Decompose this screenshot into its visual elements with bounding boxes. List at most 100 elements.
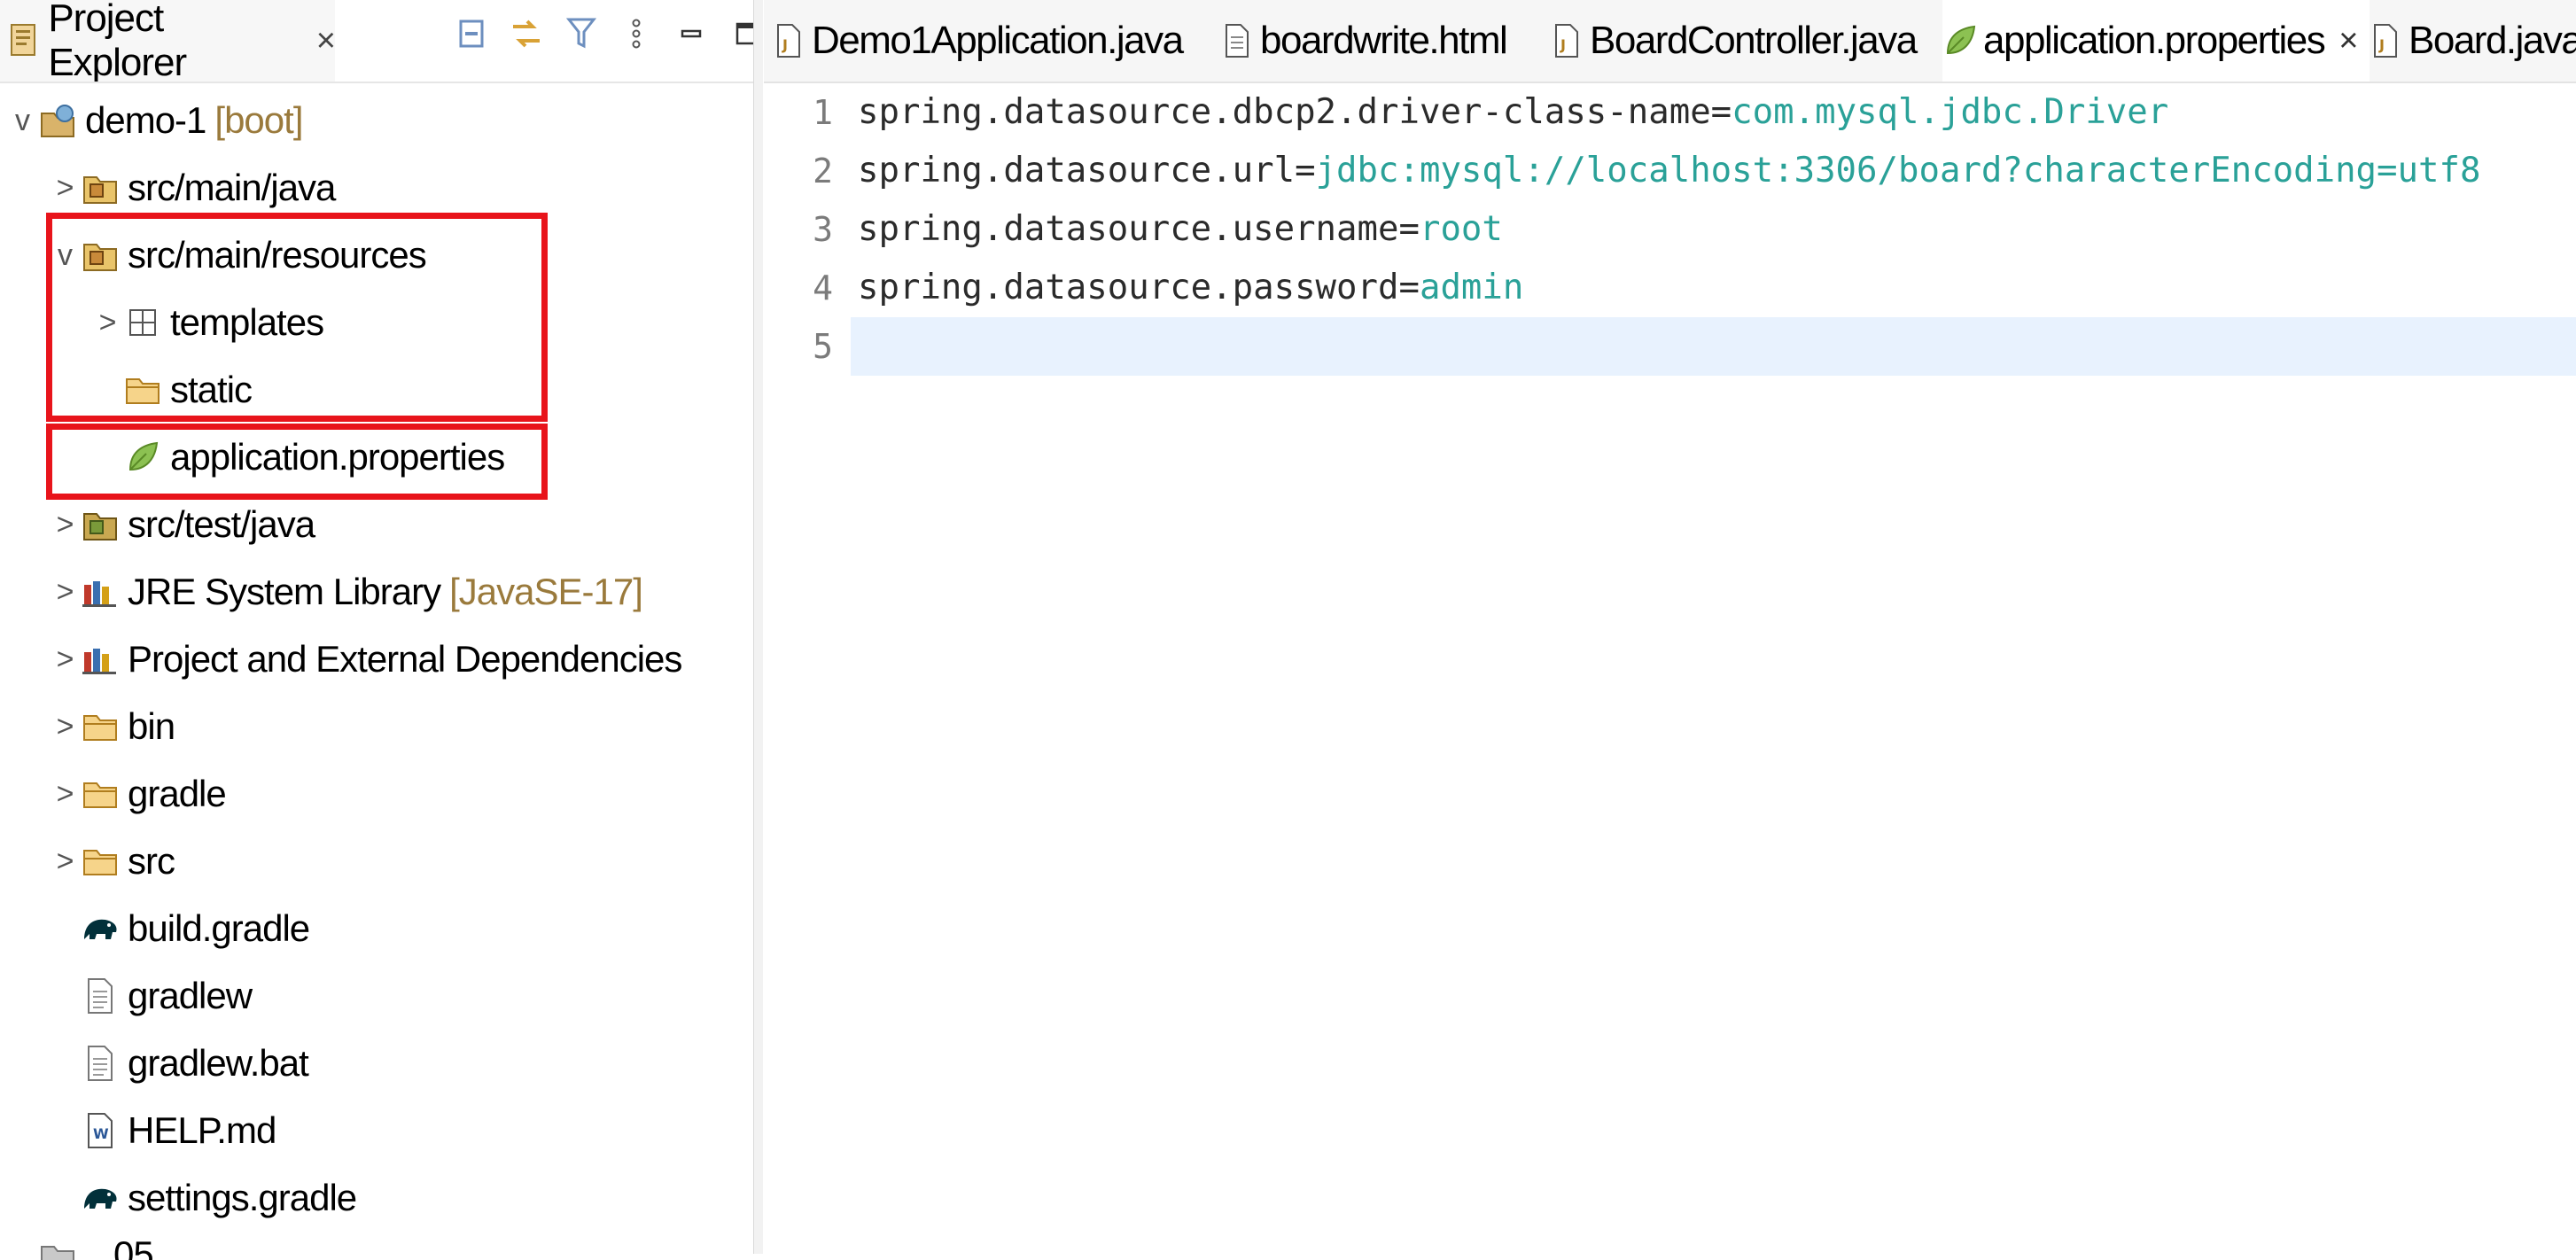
java-file-icon: J	[771, 21, 806, 60]
tree-item-project-external-dependencies[interactable]: > Project and External Dependencies	[50, 627, 683, 691]
tree-item-src-test-java[interactable]: > src/test/java	[50, 493, 316, 556]
line-number: 5	[813, 327, 833, 366]
view-header-divider	[0, 82, 753, 83]
expand-arrow-icon[interactable]: >	[50, 508, 80, 542]
spring-leaf-icon	[122, 437, 163, 478]
tab-label: application.properties	[1983, 19, 2326, 62]
view-splitter[interactable]	[753, 0, 763, 1254]
collapse-all-icon[interactable]	[454, 14, 489, 53]
tree-item-static[interactable]: static	[92, 358, 253, 422]
tab-board-java[interactable]: J Board.java	[2368, 0, 2576, 82]
tree-item-label: HELP.md	[128, 1109, 276, 1151]
tree-item-templates[interactable]: > templates	[92, 291, 325, 354]
tree-item-label: src/main/java	[128, 167, 336, 208]
tab-label: BoardController.java	[1590, 19, 1918, 62]
tree-item-label: templates	[170, 301, 324, 343]
svg-text:J: J	[782, 36, 787, 53]
tree-item-label: gradle	[128, 773, 227, 814]
link-with-editor-icon[interactable]	[509, 14, 544, 53]
svg-text:W: W	[93, 1125, 109, 1142]
explorer-toolbar	[454, 7, 764, 60]
property-value: jdbc:mysql://localhost:3306/board?charac…	[1315, 151, 2481, 191]
tree-item-demo-1[interactable]: v demo-1 [boot]	[7, 89, 304, 152]
project-explorer-title: Project Explorer	[48, 0, 187, 84]
gradle-elephant-icon	[80, 1178, 121, 1218]
html-file-icon	[1219, 21, 1255, 60]
view-menu-icon[interactable]	[619, 14, 654, 53]
tree-item-bin[interactable]: > bin	[50, 695, 176, 758]
expand-arrow-icon[interactable]: >	[50, 844, 80, 879]
tree-item-decoration: [JavaSE-17]	[449, 571, 643, 612]
properties-editor[interactable]: spring.datasource.dbcp2.driver-class-nam…	[851, 83, 2576, 1254]
tree-item-label: static	[170, 369, 253, 410]
tree-item-label: ...05	[85, 1233, 153, 1260]
tree-item-help-md[interactable]: W HELP.md	[50, 1099, 276, 1163]
minimize-icon[interactable]	[673, 14, 709, 53]
tree-item-gradle-folder[interactable]: > gradle	[50, 762, 227, 826]
tab-boardwrite-html[interactable]: boardwrite.html	[1219, 0, 1508, 82]
folder-icon	[80, 841, 121, 882]
java-file-icon: J	[1549, 21, 1584, 60]
code-line[interactable]: spring.datasource.password=admin	[851, 259, 2576, 317]
tree-item-src[interactable]: > src	[50, 829, 175, 893]
tree-item-application-properties[interactable]: application.properties	[92, 425, 505, 489]
expand-arrow-icon[interactable]: >	[50, 171, 80, 206]
folder-icon	[80, 774, 121, 814]
close-view-icon[interactable]: ×	[316, 22, 336, 60]
tree-item-gradlew[interactable]: gradlew	[50, 964, 253, 1028]
property-value: com.mysql.jdbc.Driver	[1732, 92, 2169, 132]
code-line[interactable]: spring.datasource.dbcp2.driver-class-nam…	[851, 83, 2576, 142]
source-folder-icon	[80, 504, 121, 545]
expand-arrow-icon[interactable]: >	[50, 642, 80, 677]
folder-icon	[122, 369, 163, 410]
current-code-line[interactable]	[851, 317, 2576, 376]
expand-arrow-icon[interactable]: v	[7, 104, 37, 138]
library-icon	[80, 572, 121, 612]
tree-item-label: build.gradle	[128, 907, 310, 949]
tree-item-label: gradlew	[128, 975, 253, 1016]
tab-label: Board.java	[2409, 19, 2576, 62]
collapse-arrow-icon[interactable]: v	[50, 238, 80, 273]
tree-item-settings-gradle[interactable]: settings.gradle	[50, 1166, 357, 1230]
expand-arrow-icon[interactable]: >	[50, 710, 80, 744]
spring-leaf-icon	[1942, 21, 1978, 60]
expand-arrow-icon[interactable]: >	[92, 306, 122, 340]
tree-item-build-gradle[interactable]: build.gradle	[50, 897, 310, 961]
tree-item-src-main-java[interactable]: > src/main/java	[50, 156, 337, 220]
tree-item-partial-project[interactable]: ...05	[7, 1233, 153, 1260]
property-key: spring.datasource.dbcp2.driver-class-nam…	[858, 92, 1732, 132]
project-explorer-view: Project Explorer × v demo-1 [boot] > src…	[0, 0, 757, 1260]
property-value: root	[1419, 209, 1503, 249]
project-icon	[37, 1233, 78, 1260]
tree-item-label: JRE System Library	[128, 571, 441, 612]
java-file-icon: J	[2368, 21, 2403, 60]
project-explorer-tab[interactable]: Project Explorer ×	[0, 0, 336, 84]
text-file-icon	[80, 976, 121, 1016]
boot-project-icon	[37, 100, 78, 141]
tab-boardcontroller-java[interactable]: J BoardController.java	[1549, 0, 1918, 82]
tab-label: boardwrite.html	[1260, 19, 1508, 62]
tree-item-label: Project and External Dependencies	[128, 638, 682, 680]
code-line[interactable]: spring.datasource.url=jdbc:mysql://local…	[851, 142, 2576, 200]
text-file-icon	[80, 1043, 121, 1084]
property-key: spring.datasource.url=	[858, 151, 1316, 191]
tree-item-gradlew-bat[interactable]: gradlew.bat	[50, 1031, 309, 1095]
tree-item-decoration: [boot]	[214, 99, 303, 141]
svg-text:J: J	[2378, 36, 2384, 53]
tree-item-label: bin	[128, 705, 175, 747]
line-number-gutter: 1 2 3 4 5	[764, 83, 851, 1254]
expand-arrow-icon[interactable]: >	[50, 575, 80, 610]
code-line[interactable]: spring.datasource.username=root	[851, 200, 2576, 259]
filter-icon[interactable]	[564, 14, 599, 53]
tab-demo1application-java[interactable]: J Demo1Application.java	[771, 0, 1184, 82]
tree-item-label: gradlew.bat	[128, 1042, 309, 1084]
source-folder-icon	[80, 235, 121, 276]
tree-item-src-main-resources[interactable]: v src/main/resources	[50, 223, 427, 287]
line-number: 3	[813, 210, 833, 249]
line-number: 4	[813, 268, 833, 307]
close-tab-icon[interactable]: ×	[2339, 22, 2358, 60]
library-icon	[80, 639, 121, 680]
expand-arrow-icon[interactable]: >	[50, 777, 80, 812]
tree-item-jre-system-library[interactable]: > JRE System Library [JavaSE-17]	[50, 560, 643, 624]
tab-application-properties[interactable]: application.properties ×	[1942, 0, 2370, 82]
